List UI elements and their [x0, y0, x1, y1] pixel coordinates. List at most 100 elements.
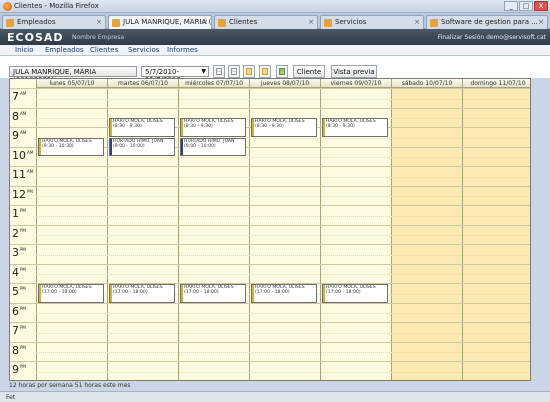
- client-select[interactable]: JULA MANRIQUE, MARIA (00100001): [9, 66, 137, 84]
- day-header[interactable]: miércoles 07/07/10: [179, 79, 249, 88]
- half-hour-line: [36, 313, 530, 314]
- hour-label: 7PM: [12, 324, 36, 337]
- date-range-select[interactable]: 5/7/2010-11/7/2010 ▼: [141, 66, 209, 84]
- hour-number: 9: [12, 363, 19, 376]
- hour-label: 6PM: [12, 305, 36, 318]
- hour-row: 9PM: [10, 361, 530, 380]
- appointment[interactable]: HARTO MOLA, ULISES (17:00 - 18:00): [251, 284, 317, 303]
- hour-row: 2PM: [10, 224, 530, 245]
- hour-number: 3: [12, 246, 19, 259]
- appointment[interactable]: HURTADO HIMO, JUAN (9:00 - 10:00): [109, 137, 175, 157]
- hour-label: 4PM: [12, 266, 36, 279]
- tab-client-detail[interactable]: JULA MANRIQUE, MARIA (... ×: [108, 15, 212, 29]
- close-tab-icon[interactable]: ×: [538, 18, 544, 26]
- close-tab-icon[interactable]: ×: [308, 18, 314, 26]
- app-logo: ECOSAD: [7, 31, 64, 44]
- menu-empleados[interactable]: Empleados: [45, 46, 84, 54]
- tab-empleados[interactable]: Empleados ×: [2, 15, 106, 29]
- hour-number: 8: [12, 343, 19, 357]
- half-hour-line: [36, 235, 530, 236]
- day-view-button[interactable]: [213, 65, 225, 78]
- close-tab-icon[interactable]: ×: [202, 18, 208, 26]
- client-button[interactable]: Cliente: [293, 65, 325, 78]
- hour-number: 1: [12, 207, 19, 220]
- appointment[interactable]: HARTO MOLA, ULISES (8:30 - 9:30): [109, 118, 175, 137]
- appointment[interactable]: HARTO MOLA, ULISES (8:30 - 9:30): [322, 118, 388, 137]
- page-icon: [6, 19, 14, 27]
- hour-number: 2: [12, 226, 19, 240]
- hour-suffix: PM: [20, 364, 26, 369]
- tab-label: Clientes: [229, 18, 258, 26]
- minimize-button[interactable]: _: [504, 1, 518, 11]
- menu-informes[interactable]: Informes: [167, 46, 198, 54]
- appointment[interactable]: HARTO MOLA, ULISES (8:30 - 9:30): [180, 118, 246, 137]
- hour-label: 3PM: [12, 246, 36, 259]
- hour-number: 6: [12, 304, 19, 318]
- close-tab-icon[interactable]: ×: [96, 18, 102, 26]
- hour-label: 2PM: [12, 227, 36, 240]
- window-title: Clientes - Mozilla Firefox: [14, 2, 99, 10]
- hour-label: 9PM: [12, 363, 36, 376]
- window-titlebar: Clientes - Mozilla Firefox _ □ X: [0, 0, 550, 13]
- appointment[interactable]: HARTO MOLA, ULISES (17:00 - 18:00): [109, 284, 175, 303]
- hour-number: 5: [12, 285, 19, 298]
- hour-suffix: PM: [20, 247, 26, 252]
- appointment[interactable]: HARTO MOLA, ULISES (17:00 - 18:00): [180, 284, 246, 303]
- day-header[interactable]: jueves 08/07/10: [250, 79, 320, 88]
- tab-servicios[interactable]: Servicios ×: [320, 15, 424, 29]
- hour-row: 4PM: [10, 263, 530, 284]
- page-icon: [324, 19, 332, 27]
- appointment[interactable]: HURTADO HIMO, JUAN (9:00 - 10:00): [180, 137, 246, 157]
- appointment[interactable]: HARTO MOLA, ULISES (8:30 - 9:30): [251, 118, 317, 137]
- print-preview-button[interactable]: Vista previa: [331, 65, 377, 78]
- page-icon: [218, 19, 226, 27]
- tab-clientes[interactable]: Clientes ×: [214, 15, 318, 29]
- menu-inicio[interactable]: Inicio: [15, 46, 34, 54]
- close-tab-icon[interactable]: ×: [414, 18, 420, 26]
- hour-suffix: AM: [20, 110, 27, 116]
- week-calendar: lunes 05/07/10 martes 06/07/10 miércoles 0…: [9, 78, 531, 381]
- hour-row: 3PM: [10, 244, 530, 264]
- day-header[interactable]: lunes 05/07/10: [37, 79, 107, 88]
- hour-suffix: PM: [20, 208, 26, 213]
- day-header[interactable]: viernes 09/07/10: [321, 79, 391, 88]
- hour-suffix: PM: [20, 325, 26, 330]
- day-header[interactable]: domingo 11/07/10: [463, 79, 530, 88]
- hour-number: 11: [12, 168, 26, 181]
- menu-clientes[interactable]: Clientes: [90, 46, 118, 54]
- hour-row: 6PM: [10, 302, 530, 323]
- half-hour-line: [36, 196, 530, 197]
- refresh-button[interactable]: [276, 65, 288, 78]
- appointment[interactable]: HARTO MOLA, ULISES (9:30 - 10:30): [38, 137, 104, 157]
- main-menu: Inicio Empleados Clientes Servicios Info…: [0, 45, 550, 56]
- hour-suffix: PM: [20, 227, 26, 233]
- page-icon: [430, 19, 438, 27]
- day-header[interactable]: martes 06/07/10: [108, 79, 178, 88]
- half-hour-line: [36, 176, 530, 178]
- hour-row: 7AM: [10, 88, 530, 108]
- hour-number: 9: [12, 129, 19, 142]
- week-view-button[interactable]: [228, 65, 240, 78]
- half-hour-line: [36, 98, 530, 100]
- day-header[interactable]: sábado 10/07/10: [392, 79, 462, 88]
- logout-link[interactable]: Finalizar Sesión demo@servisoft.cat: [438, 34, 546, 41]
- half-hour-line: [36, 332, 530, 334]
- half-hour-line: [36, 157, 530, 158]
- workweek-view-icon: [246, 68, 252, 75]
- hour-number: 12: [12, 187, 26, 201]
- maximize-button[interactable]: □: [519, 1, 533, 11]
- month-view-button[interactable]: [259, 65, 271, 78]
- half-hour-line: [36, 371, 530, 373]
- tab-software[interactable]: Software de gestion para ... ×: [426, 15, 548, 29]
- appointment[interactable]: HARTO MOLA, ULISES (17:00 - 18:00): [322, 284, 388, 303]
- chevron-down-icon: ▼: [201, 68, 206, 75]
- workweek-view-button[interactable]: [243, 65, 255, 78]
- menu-servicios[interactable]: Servicios: [128, 46, 159, 54]
- firefox-icon: [3, 2, 12, 11]
- hour-suffix: PM: [20, 286, 26, 291]
- appointment[interactable]: HARTO MOLA, ULISES (17:00 - 18:00): [38, 284, 104, 303]
- week-view-icon: [231, 68, 237, 75]
- close-button[interactable]: X: [534, 1, 548, 11]
- hour-label: 10AM: [12, 149, 36, 162]
- hour-number: 4: [12, 265, 19, 279]
